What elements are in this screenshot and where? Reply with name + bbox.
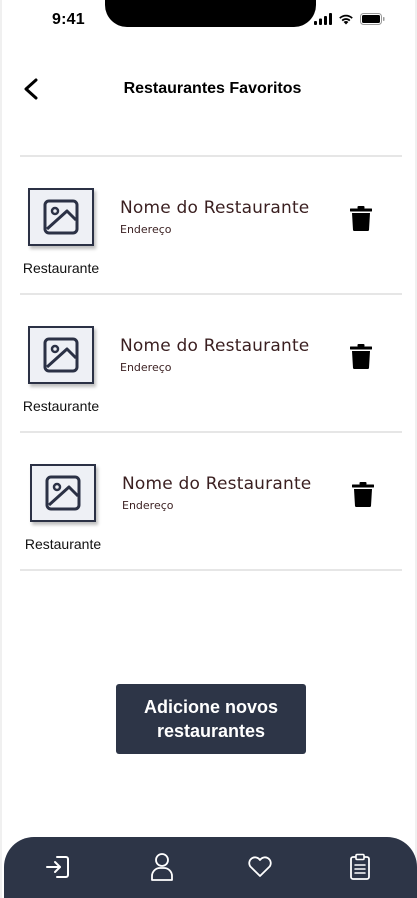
- restaurant-image: [28, 188, 94, 246]
- restaurant-address: Endereço: [120, 361, 172, 374]
- delete-button[interactable]: [350, 344, 372, 370]
- divider: [20, 155, 402, 157]
- trash-icon: [352, 482, 374, 508]
- image-label: Restaurante: [22, 398, 100, 414]
- trash-icon: [350, 344, 372, 370]
- status-time: 9:41: [52, 11, 85, 28]
- restaurant-address: Endereço: [120, 223, 172, 236]
- image-label: Restaurante: [24, 536, 102, 552]
- nav-item-orders[interactable]: [344, 851, 376, 883]
- wifi-icon: [339, 14, 353, 25]
- battery-icon: [360, 13, 385, 25]
- restaurant-row[interactable]: Restaurante Nome do Restaurante Endereço: [20, 326, 402, 462]
- restaurant-name: Nome do Restaurante: [120, 198, 310, 218]
- restaurant-row[interactable]: Restaurante Nome do Restaurante Endereço: [20, 188, 402, 324]
- image-icon: [45, 475, 81, 511]
- clipboard-icon: [350, 853, 370, 880]
- heart-icon: [248, 856, 272, 877]
- restaurant-name: Nome do Restaurante: [122, 474, 312, 494]
- nav-item-profile[interactable]: [146, 851, 178, 883]
- signal-icon: [314, 13, 332, 25]
- add-restaurants-button[interactable]: Adicione novos restaurantes: [116, 684, 306, 754]
- notch: [105, 0, 316, 27]
- delete-button[interactable]: [352, 482, 374, 508]
- cta-line-2: restaurantes: [156, 721, 266, 741]
- nav-item-login[interactable]: [42, 851, 74, 883]
- cta-line-1: Adicione novos: [143, 697, 278, 717]
- login-icon: [46, 856, 69, 878]
- phone-screen: 9:41 Restaurantes Favoritos Restaurante …: [0, 0, 417, 898]
- image-label: Restaurante: [22, 260, 100, 276]
- status-icons: [314, 13, 385, 25]
- delete-button[interactable]: [350, 206, 372, 232]
- trash-icon: [350, 206, 372, 232]
- page-title: Restaurantes Favoritos: [123, 80, 302, 97]
- image-icon: [43, 337, 79, 373]
- restaurant-image: [28, 326, 94, 384]
- restaurant-name: Nome do Restaurante: [120, 336, 310, 356]
- restaurant-address: Endereço: [122, 499, 174, 512]
- nav-item-favorites[interactable]: [244, 851, 276, 883]
- restaurant-row[interactable]: Restaurante Nome do Restaurante Endereço: [22, 464, 404, 600]
- restaurant-image: [30, 464, 96, 522]
- bottom-nav: [4, 837, 417, 898]
- user-icon: [151, 853, 173, 881]
- image-icon: [43, 199, 79, 235]
